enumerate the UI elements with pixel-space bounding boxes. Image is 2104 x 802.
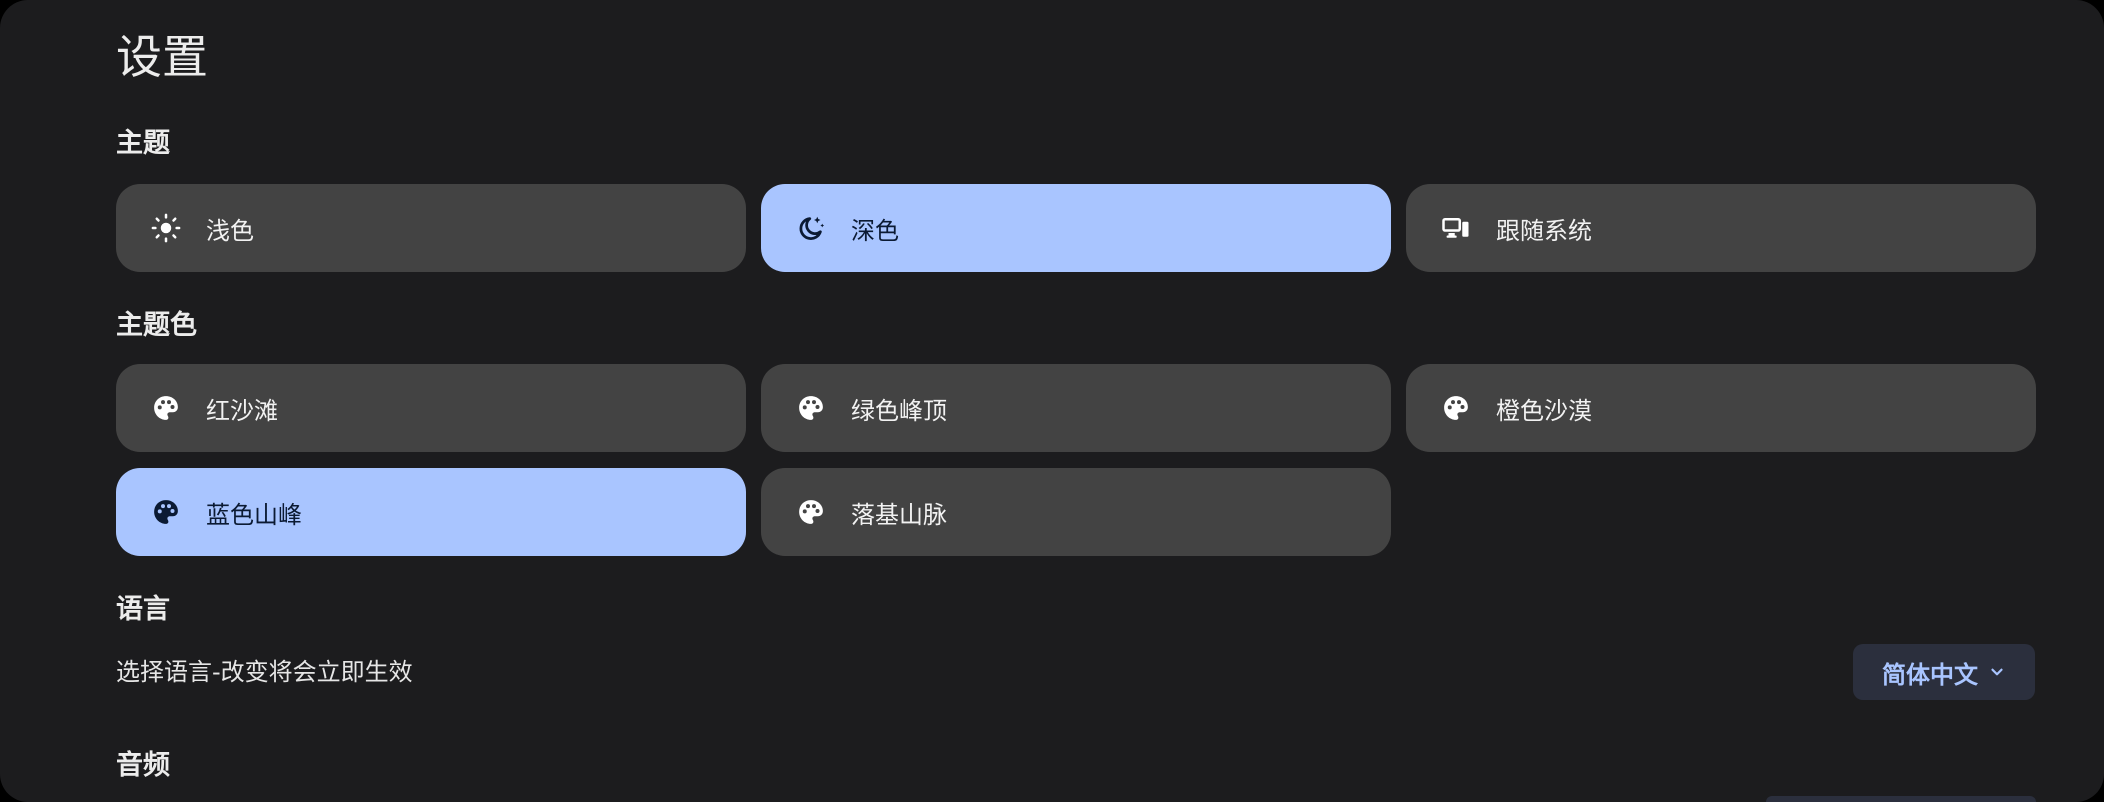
- language-description: 选择语言-改变将会立即生效: [116, 658, 413, 686]
- theme-option-system[interactable]: 跟随系统: [1406, 184, 2036, 272]
- color-option-label: 绿色峰顶: [851, 396, 947, 425]
- palette-icon: [795, 496, 827, 528]
- color-option-red-beach[interactable]: 红沙滩: [116, 364, 746, 452]
- color-option-label: 落基山脉: [851, 500, 947, 529]
- theme-color-section-title: 主题色: [116, 310, 197, 341]
- theme-option-dark[interactable]: 深色: [761, 184, 1391, 272]
- color-option-label: 红沙滩: [206, 396, 278, 425]
- devices-icon: [1440, 212, 1472, 244]
- theme-option-label: 跟随系统: [1496, 216, 1592, 245]
- color-option-green-summit[interactable]: 绿色峰顶: [761, 364, 1391, 452]
- page-title: 设置: [116, 30, 208, 84]
- theme-section-title: 主题: [116, 128, 170, 159]
- audio-section-title: 音频: [116, 750, 170, 781]
- color-option-label: 蓝色山峰: [206, 500, 302, 529]
- color-option-rocky-mountains[interactable]: 落基山脉: [761, 468, 1391, 556]
- theme-option-light[interactable]: 浅色: [116, 184, 746, 272]
- palette-icon: [1440, 392, 1472, 424]
- theme-option-label: 深色: [851, 216, 899, 245]
- theme-option-label: 浅色: [206, 216, 254, 245]
- chevron-down-icon: [1988, 663, 2006, 681]
- settings-window: 设置 主题 浅色 深色 跟随系统 主题色 红沙滩 绿色峰顶 橙色沙漠 蓝色山峰 …: [0, 0, 2104, 802]
- palette-icon: [795, 392, 827, 424]
- language-select[interactable]: 简体中文: [1853, 644, 2035, 700]
- language-selected-value: 简体中文: [1882, 660, 1978, 689]
- palette-icon: [150, 496, 182, 528]
- audio-control-partial[interactable]: [1766, 796, 2036, 802]
- color-option-blue-peak[interactable]: 蓝色山峰: [116, 468, 746, 556]
- color-option-orange-desert[interactable]: 橙色沙漠: [1406, 364, 2036, 452]
- moon-stars-icon: [795, 212, 827, 244]
- palette-icon: [150, 392, 182, 424]
- sun-icon: [150, 212, 182, 244]
- language-section-title: 语言: [116, 594, 170, 625]
- color-option-label: 橙色沙漠: [1496, 396, 1592, 425]
